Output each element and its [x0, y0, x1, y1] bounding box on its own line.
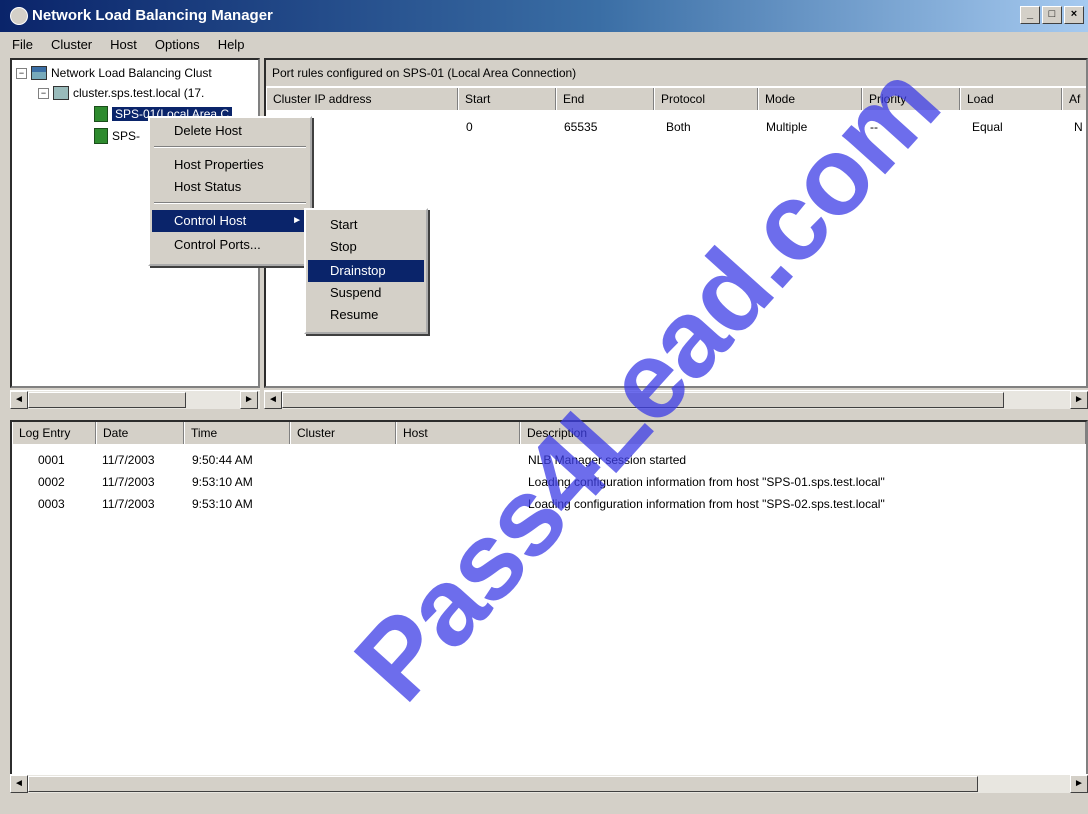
- cell-load: Equal: [972, 120, 1003, 134]
- cell-protocol: Both: [666, 120, 691, 134]
- tree-cluster[interactable]: − cluster.sps.test.local (17.: [38, 86, 204, 100]
- submenu-drainstop[interactable]: Drainstop: [308, 260, 424, 282]
- host-icon: [94, 128, 108, 144]
- port-rules-hscrollbar[interactable]: ◄ ►: [264, 390, 1088, 409]
- menu-separator: [154, 146, 306, 148]
- log-columns: Log Entry Date Time Cluster Host Descrip…: [12, 422, 1086, 444]
- log-hscrollbar[interactable]: ◄ ►: [10, 774, 1088, 793]
- menu-help[interactable]: Help: [216, 35, 247, 54]
- collapse-icon[interactable]: −: [16, 67, 27, 79]
- scroll-thumb[interactable]: [282, 392, 1004, 408]
- column-log-entry[interactable]: Log Entry: [12, 422, 96, 444]
- cell-mode: Multiple: [766, 120, 808, 134]
- submenu-start[interactable]: Start: [308, 214, 424, 236]
- column-affinity[interactable]: Af: [1062, 88, 1086, 110]
- tree-root-label: Network Load Balancing Clust: [51, 66, 212, 80]
- log-time: 9:50:44 AM: [192, 453, 253, 467]
- menu-control-host[interactable]: Control Host ►: [152, 210, 308, 232]
- scroll-thumb[interactable]: [28, 392, 186, 408]
- cell-affinity: N: [1074, 120, 1083, 134]
- control-host-submenu: Start Stop Drainstop Suspend Resume: [304, 208, 428, 334]
- column-load[interactable]: Load: [960, 88, 1062, 110]
- cluster-icon: [53, 86, 69, 100]
- menu-control-ports[interactable]: Control Ports...: [152, 234, 308, 256]
- log-description: NLB Manager session started: [528, 453, 687, 467]
- collapse-icon[interactable]: −: [38, 87, 49, 99]
- submenu-arrow-icon: ►: [292, 215, 302, 226]
- nlb-app-icon: [10, 7, 28, 25]
- column-priority[interactable]: Priority: [862, 88, 960, 110]
- log-time: 9:53:10 AM: [192, 497, 253, 511]
- scroll-thumb[interactable]: [28, 776, 978, 792]
- cell-start: 0: [466, 120, 473, 134]
- window-title: Network Load Balancing Manager: [32, 7, 273, 24]
- log-date: 11/7/2003: [102, 453, 155, 467]
- column-cluster[interactable]: Cluster: [290, 422, 396, 444]
- log-date: 11/7/2003: [102, 497, 155, 511]
- column-protocol[interactable]: Protocol: [654, 88, 758, 110]
- menu-host-status[interactable]: Host Status: [152, 176, 308, 198]
- column-end[interactable]: End: [556, 88, 654, 110]
- tree-hscrollbar[interactable]: ◄ ►: [10, 390, 260, 409]
- log-pane: Log Entry Date Time Cluster Host Descrip…: [10, 420, 1088, 792]
- menu-separator: [154, 202, 306, 204]
- tree-host-sps-02[interactable]: SPS-: [94, 128, 140, 144]
- log-entry: 0003: [38, 497, 65, 511]
- cell-end: 65535: [564, 120, 598, 134]
- log-description: Loading configuration information from h…: [528, 497, 885, 511]
- scroll-left-icon[interactable]: ◄: [10, 391, 28, 409]
- menu-cluster[interactable]: Cluster: [49, 35, 94, 54]
- tree-root[interactable]: − Network Load Balancing Clust: [16, 66, 212, 80]
- log-row[interactable]: 0002 11/7/2003 9:53:10 AM Loading config…: [12, 472, 1086, 494]
- column-time[interactable]: Time: [184, 422, 290, 444]
- column-start[interactable]: Start: [458, 88, 556, 110]
- scroll-right-icon[interactable]: ►: [240, 391, 258, 409]
- column-mode[interactable]: Mode: [758, 88, 862, 110]
- submenu-stop[interactable]: Stop: [308, 236, 424, 258]
- menu-host[interactable]: Host: [108, 35, 139, 54]
- log-date: 11/7/2003: [102, 475, 155, 489]
- log-row[interactable]: 0001 11/7/2003 9:50:44 AM NLB Manager se…: [12, 450, 1086, 472]
- column-date[interactable]: Date: [96, 422, 184, 444]
- minimize-button[interactable]: _: [1020, 6, 1040, 24]
- menu-delete-host[interactable]: Delete Host: [152, 120, 308, 142]
- host-context-menu: Delete Host Host Properties Host Status …: [148, 116, 312, 266]
- column-cluster-ip[interactable]: Cluster IP address: [266, 88, 458, 110]
- log-entry: 0002: [38, 475, 65, 489]
- submenu-resume[interactable]: Resume: [308, 304, 424, 326]
- log-row[interactable]: 0003 11/7/2003 9:53:10 AM Loading config…: [12, 494, 1086, 516]
- network-icon: [31, 66, 47, 80]
- cell-priority: --: [870, 120, 878, 134]
- scroll-right-icon[interactable]: ►: [1070, 775, 1088, 793]
- close-button[interactable]: ×: [1064, 6, 1084, 24]
- log-entry: 0001: [38, 453, 65, 467]
- scroll-left-icon[interactable]: ◄: [264, 391, 282, 409]
- maximize-button[interactable]: □: [1042, 6, 1062, 24]
- scroll-left-icon[interactable]: ◄: [10, 775, 28, 793]
- log-description: Loading configuration information from h…: [528, 475, 885, 489]
- tree-cluster-label: cluster.sps.test.local (17.: [73, 86, 205, 100]
- column-description[interactable]: Description: [520, 422, 1086, 444]
- scroll-right-icon[interactable]: ►: [1070, 391, 1088, 409]
- column-host[interactable]: Host: [396, 422, 520, 444]
- submenu-suspend[interactable]: Suspend: [308, 282, 424, 304]
- menu-options[interactable]: Options: [153, 35, 202, 54]
- menu-bar: File Cluster Host Options Help: [0, 32, 1088, 56]
- port-rules-columns: Cluster IP address Start End Protocol Mo…: [266, 88, 1086, 110]
- status-bar: [0, 796, 1088, 814]
- menu-file[interactable]: File: [10, 35, 35, 54]
- menu-control-host-label: Control Host: [174, 213, 247, 228]
- tree-host-label: SPS-: [112, 129, 141, 143]
- title-bar: Network Load Balancing Manager _ □ ×: [0, 0, 1088, 32]
- menu-host-properties[interactable]: Host Properties: [152, 154, 308, 176]
- port-rules-header: Port rules configured on SPS-01 (Local A…: [266, 60, 1086, 86]
- log-time: 9:53:10 AM: [192, 475, 253, 489]
- window-controls: _ □ ×: [1020, 6, 1084, 24]
- host-icon: [94, 106, 108, 122]
